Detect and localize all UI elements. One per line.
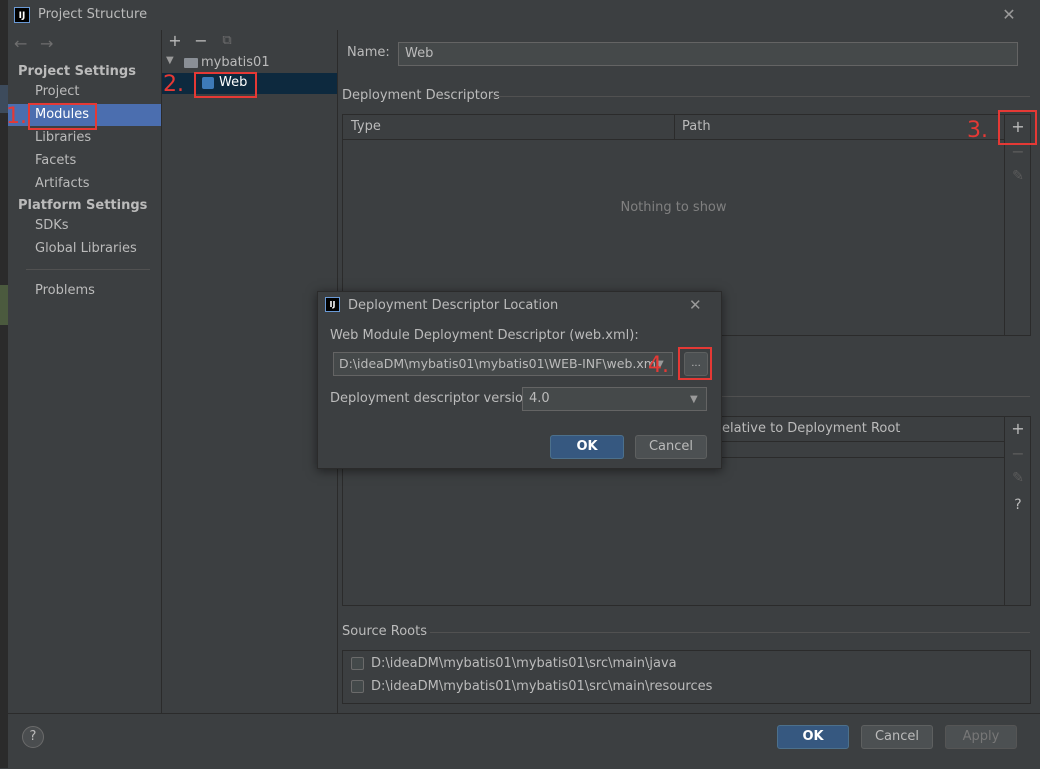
source-roots-title: Source Roots bbox=[342, 624, 428, 639]
deployment-descriptors-title: Deployment Descriptors bbox=[342, 88, 500, 103]
nav-item-problems[interactable]: Problems bbox=[8, 280, 161, 302]
help-question-icon[interactable]: ? bbox=[1005, 497, 1031, 513]
annotation-number: 2. bbox=[163, 72, 184, 97]
descriptor-version-select[interactable]: 4.0 bbox=[522, 387, 707, 411]
add-web-resource-icon[interactable]: + bbox=[1005, 419, 1031, 438]
annotation-highlight-box bbox=[998, 110, 1037, 145]
nav-divider bbox=[26, 269, 150, 270]
nav-item-sdks[interactable]: SDKs bbox=[8, 215, 161, 237]
annotation-highlight-box bbox=[28, 103, 97, 130]
cancel-button[interactable]: Cancel bbox=[861, 725, 933, 749]
intellij-app-icon: IJ bbox=[325, 297, 340, 312]
source-root-checkbox[interactable] bbox=[351, 657, 364, 670]
edit-web-resource-icon[interactable]: ✎ bbox=[1005, 470, 1031, 486]
tree-item-mybatis01[interactable]: ▼ mybatis01 bbox=[162, 53, 337, 73]
close-window-icon[interactable]: ✕ bbox=[1000, 6, 1018, 24]
name-label: Name: bbox=[347, 45, 390, 60]
help-button[interactable]: ? bbox=[22, 726, 44, 748]
column-header-type[interactable]: Type bbox=[351, 119, 381, 134]
source-root-checkbox[interactable] bbox=[351, 680, 364, 693]
nav-item-project[interactable]: Project bbox=[8, 81, 161, 103]
source-root-path: D:\ideaDM\mybatis01\mybatis01\src\main\j… bbox=[371, 656, 677, 671]
dialog-title: Deployment Descriptor Location bbox=[348, 298, 559, 313]
title-bar bbox=[8, 0, 1040, 30]
section-divider bbox=[430, 632, 1030, 633]
annotation-number: 3. bbox=[967, 118, 988, 143]
remove-web-resource-icon[interactable]: − bbox=[1005, 444, 1031, 463]
ok-button[interactable]: OK bbox=[777, 725, 849, 749]
descriptor-path-label: Web Module Deployment Descriptor (web.xm… bbox=[330, 328, 639, 343]
nav-item-global-libraries[interactable]: Global Libraries bbox=[8, 238, 161, 260]
copy-icon[interactable]: ⧉ bbox=[218, 32, 236, 50]
module-folder-icon bbox=[184, 58, 198, 68]
descriptor-version-label: Deployment descriptor version bbox=[330, 391, 532, 406]
nav-item-facets[interactable]: Facets bbox=[8, 150, 161, 172]
column-header-path[interactable]: Path bbox=[682, 119, 711, 134]
apply-button[interactable]: Apply bbox=[945, 725, 1017, 749]
annotation-highlight-box bbox=[194, 72, 257, 98]
nav-item-artifacts[interactable]: Artifacts bbox=[8, 173, 161, 195]
column-header-relative-path[interactable]: elative to Deployment Root bbox=[722, 421, 900, 436]
tree-item-label: mybatis01 bbox=[201, 55, 270, 70]
close-dialog-icon[interactable]: ✕ bbox=[689, 296, 702, 314]
chevron-down-icon[interactable]: ▼ bbox=[690, 394, 698, 405]
name-input[interactable]: Web bbox=[398, 42, 1018, 66]
project-settings-heading: Project Settings bbox=[18, 64, 136, 79]
source-root-path: D:\ideaDM\mybatis01\mybatis01\src\main\r… bbox=[371, 679, 713, 694]
annotation-number: 4. bbox=[648, 353, 669, 378]
platform-settings-heading: Platform Settings bbox=[18, 198, 148, 213]
intellij-app-icon: IJ bbox=[14, 7, 30, 23]
nav-item-libraries[interactable]: Libraries bbox=[8, 127, 161, 149]
dialog-cancel-button[interactable]: Cancel bbox=[635, 435, 707, 459]
section-divider bbox=[722, 396, 1030, 397]
add-icon[interactable]: + bbox=[166, 32, 184, 50]
remove-icon[interactable]: − bbox=[192, 32, 210, 50]
edit-descriptor-icon[interactable]: ✎ bbox=[1005, 168, 1031, 184]
descriptor-path-input[interactable]: D:\ideaDM\mybatis01\mybatis01\WEB-INF\we… bbox=[333, 352, 673, 376]
back-arrow-icon[interactable]: ← bbox=[14, 34, 27, 53]
expand-arrow-icon[interactable]: ▼ bbox=[166, 55, 174, 66]
empty-table-text: Nothing to show bbox=[620, 200, 727, 215]
annotation-number: 1. bbox=[6, 104, 27, 129]
window-title: Project Structure bbox=[38, 7, 148, 22]
module-tree-panel bbox=[162, 30, 338, 713]
forward-arrow-icon[interactable]: → bbox=[40, 34, 53, 53]
dialog-ok-button[interactable]: OK bbox=[550, 435, 624, 459]
column-divider bbox=[674, 115, 675, 139]
annotation-highlight-box bbox=[678, 347, 712, 380]
section-divider bbox=[490, 96, 1030, 97]
